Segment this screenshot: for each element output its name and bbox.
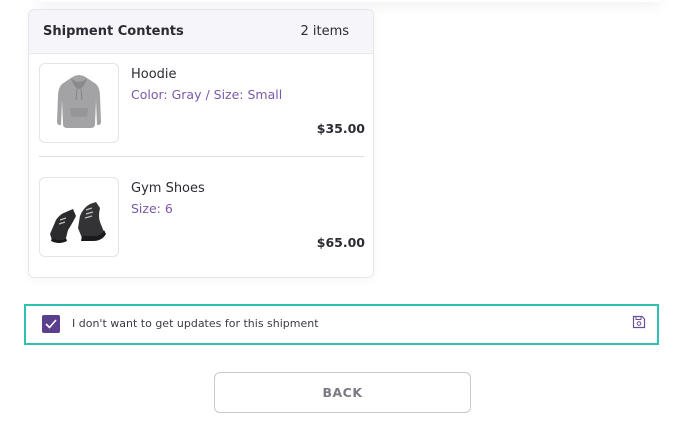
item-variant: Color: Gray / Size: Small [131, 87, 283, 102]
item-variant: Size: 6 [131, 201, 173, 216]
shipment-item: Gym Shoes Size: 6 $65.00 [39, 177, 365, 267]
header-shadow [40, 0, 660, 2]
item-price: $65.00 [316, 235, 365, 250]
product-image [39, 63, 119, 143]
item-divider [39, 156, 364, 157]
shipment-item: Hoodie Color: Gray / Size: Small $35.00 [39, 63, 365, 153]
item-price: $35.00 [316, 121, 365, 136]
item-count: 2 items [300, 24, 349, 39]
optout-label: I don't want to get updates for this shi… [72, 317, 319, 330]
product-image [39, 177, 119, 257]
item-name: Gym Shoes [131, 181, 205, 196]
shoes-icon [50, 202, 106, 243]
save-button[interactable] [631, 314, 647, 330]
checkmark-icon [45, 319, 57, 329]
page: Shipment Contents 2 items Hoodie Color: … [0, 0, 688, 434]
hoodie-icon [57, 75, 101, 128]
card-title: Shipment Contents [43, 24, 184, 39]
shipment-updates-optout: I don't want to get updates for this shi… [24, 304, 659, 345]
save-icon [632, 315, 646, 329]
back-button[interactable]: BACK [214, 372, 471, 413]
item-name: Hoodie [131, 67, 177, 82]
shipment-contents-card: Shipment Contents 2 items Hoodie Color: … [28, 9, 374, 278]
card-header: Shipment Contents 2 items [29, 10, 373, 54]
optout-checkbox[interactable] [42, 315, 60, 333]
